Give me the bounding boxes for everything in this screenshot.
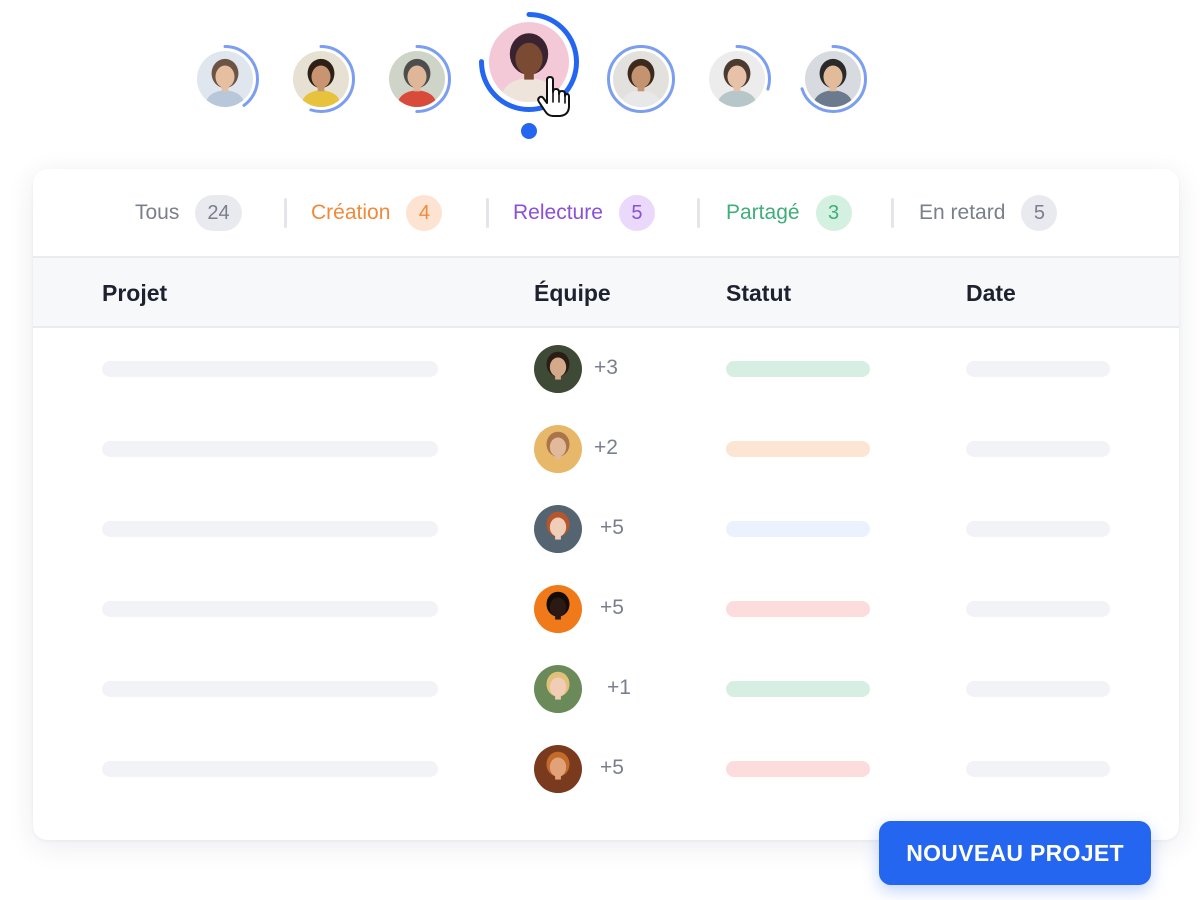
date-placeholder [966,441,1110,457]
filter-count-badge: 3 [815,195,852,231]
new-project-button[interactable]: NOUVEAU PROJET [879,821,1151,885]
column-header-project[interactable]: Projet [102,280,167,307]
date-placeholder [966,601,1110,617]
member-avatar-strip [0,0,1200,150]
avatar-7[interactable] [799,45,867,113]
filter-divider [486,198,489,228]
project-name-placeholder [102,441,438,457]
avatar-photo [389,51,445,107]
projects-card: Tous 24 Création 4 Relecture 5 Partagé 3 En reta… [33,169,1179,840]
filter-label: Partagé [726,201,800,224]
column-header-date[interactable]: Date [966,280,1016,307]
filter-tab-2[interactable]: Relecture 5 [513,195,655,231]
avatar-photo [197,51,253,107]
filter-divider [284,198,287,228]
team-avatar [534,505,582,553]
avatar-photo [709,51,765,107]
team-avatar [534,585,582,633]
team-extra-count: +5 [600,516,624,539]
date-placeholder [966,521,1110,537]
project-name-placeholder [102,761,438,777]
project-name-placeholder [102,361,438,377]
table-row[interactable]: +5 [33,729,1179,809]
filter-label: Relecture [513,201,603,224]
project-name-placeholder [102,681,438,697]
status-placeholder [726,601,870,617]
status-placeholder [726,441,870,457]
filter-tab-1[interactable]: Création 4 [311,195,443,231]
filter-tab-0[interactable]: Tous 24 [135,195,242,231]
team-avatar [534,665,582,713]
date-placeholder [966,761,1110,777]
table-row[interactable]: +3 [33,329,1179,409]
team-extra-count: +5 [600,756,624,779]
project-name-placeholder [102,601,438,617]
table-row[interactable]: +2 [33,409,1179,489]
status-placeholder [726,681,870,697]
date-placeholder [966,681,1110,697]
filter-count-badge: 24 [195,195,242,231]
status-filter-bar: Tous 24 Création 4 Relecture 5 Partagé 3 En reta… [33,169,1179,257]
status-placeholder [726,361,870,377]
date-placeholder [966,361,1110,377]
status-placeholder [726,761,870,777]
avatar-3[interactable] [383,45,451,113]
filter-tab-4[interactable]: En retard 5 [919,195,1058,231]
filter-label: Création [311,201,391,224]
table-header: Projet Équipe Statut Date [33,256,1179,328]
table-row[interactable]: +1 [33,649,1179,729]
status-placeholder [726,521,870,537]
table-row[interactable]: +5 [33,569,1179,649]
column-header-team[interactable]: Équipe [534,280,611,307]
team-extra-count: +3 [594,356,618,379]
avatar-photo [293,51,349,107]
team-extra-count: +5 [600,596,624,619]
team-extra-count: +1 [607,676,631,699]
team-avatar [534,345,582,393]
team-avatar [534,745,582,793]
filter-label: Tous [135,201,180,224]
filter-count-badge: 5 [618,195,655,231]
filter-label: En retard [919,201,1006,224]
avatar-1[interactable] [191,45,259,113]
team-avatar [534,425,582,473]
filter-divider [891,198,894,228]
hand-pointer-cursor-icon [537,76,570,117]
avatar-2[interactable] [287,45,355,113]
filter-count-badge: 5 [1021,195,1058,231]
avatar-5[interactable] [607,45,675,113]
filter-divider [697,198,700,228]
team-extra-count: +2 [594,436,618,459]
column-header-status[interactable]: Statut [726,280,791,307]
filter-tab-3[interactable]: Partagé 3 [726,195,852,231]
table-row[interactable]: +5 [33,489,1179,569]
selected-indicator-dot [521,123,537,139]
avatar-6[interactable] [703,45,771,113]
avatar-photo [805,51,861,107]
app-stage: Tous 24 Création 4 Relecture 5 Partagé 3 En reta… [0,0,1200,900]
avatar-photo [613,51,669,107]
project-name-placeholder [102,521,438,537]
filter-count-badge: 4 [406,195,443,231]
